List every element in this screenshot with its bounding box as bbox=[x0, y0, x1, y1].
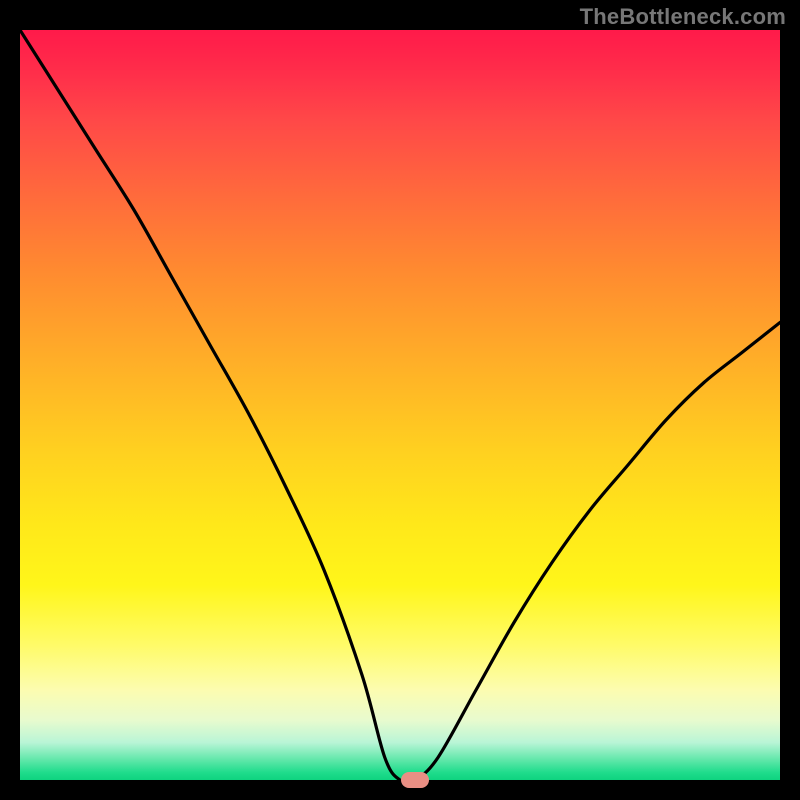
watermark-text: TheBottleneck.com bbox=[580, 4, 786, 30]
chart-frame: TheBottleneck.com bbox=[0, 0, 800, 800]
current-config-marker bbox=[401, 772, 429, 788]
plot-area bbox=[20, 30, 780, 780]
bottleneck-curve-path bbox=[20, 30, 780, 780]
curve-svg bbox=[20, 30, 780, 780]
